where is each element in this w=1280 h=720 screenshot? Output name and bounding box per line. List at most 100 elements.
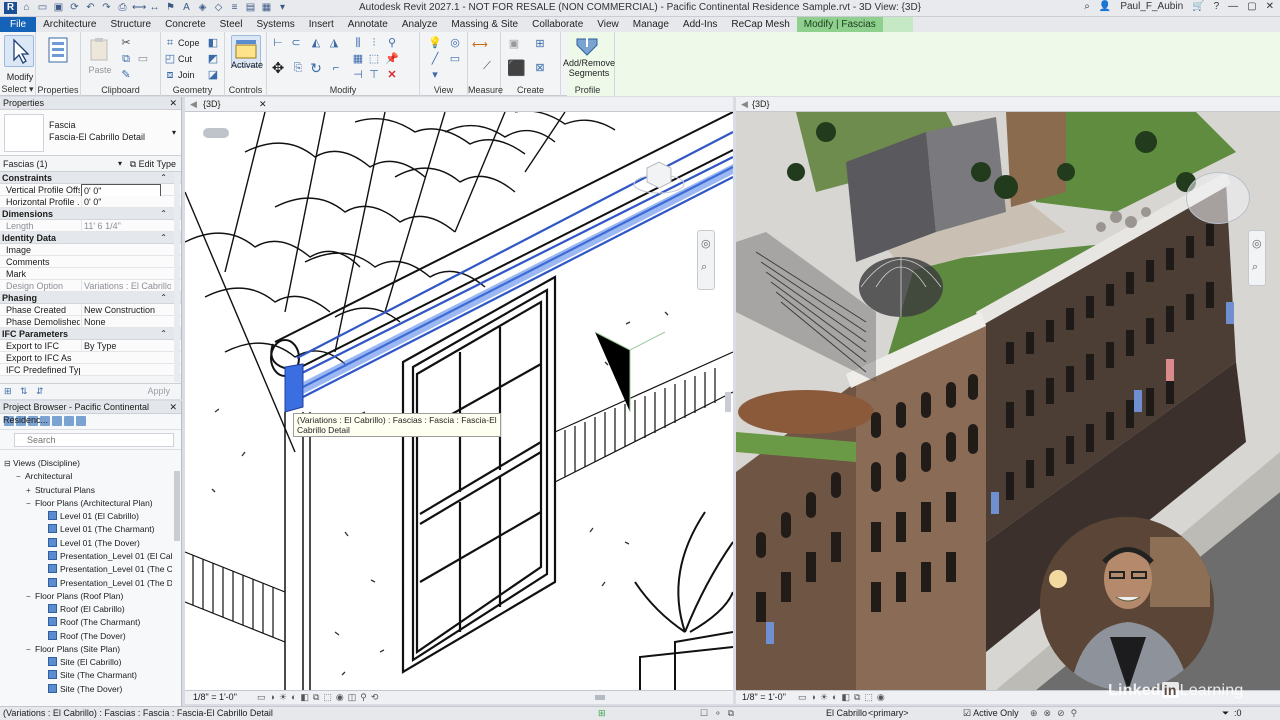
create-group-icon[interactable]: ⊞ — [533, 38, 547, 51]
view-control-icons-left[interactable]: ▭◑☀◐◧⧉⬚◉◫⚲⟲ — [257, 691, 382, 704]
left-view-scrollbar[interactable] — [725, 392, 731, 412]
move-icon[interactable]: ✥ — [271, 61, 285, 76]
activate-button[interactable]: Activate — [231, 35, 263, 70]
tree-roof-el-cabrillo[interactable]: Roof (El Cabrillo) — [48, 603, 180, 616]
tree-floor-plans-roof[interactable]: − Floor Plans (Roof Plan) — [26, 590, 123, 603]
scale-selector-right[interactable]: 1/8" = 1'-0" — [742, 691, 786, 704]
view-filter-icon[interactable]: ▾ — [428, 69, 442, 82]
collapse-icon[interactable]: ⌃ — [160, 328, 167, 340]
tree-presentation-charmant[interactable]: Presentation_Level 01 (The Charmant) — [48, 563, 172, 576]
scale-icon[interactable]: ⬚ — [367, 53, 381, 66]
chevron-down-icon[interactable]: ▾ — [172, 128, 176, 137]
save-icon[interactable]: ▣ — [52, 2, 65, 14]
tab-collaborate[interactable]: Collaborate — [525, 17, 590, 32]
group-label-select[interactable]: Select ▾ — [0, 84, 35, 95]
align-icon[interactable]: ⊢ — [271, 37, 285, 50]
view-control-icons-right[interactable]: ▭◑☀◐◧⧉⬚◉ — [798, 691, 889, 704]
copy-icon[interactable]: ⧉ — [119, 53, 133, 66]
sort-icon[interactable]: ⇅ — [20, 386, 28, 397]
tree-structural-plans[interactable]: + Structural Plans — [26, 484, 95, 497]
close-icon[interactable]: ✕ — [1266, 1, 1274, 12]
extend-icon[interactable]: ⊤ — [367, 69, 381, 82]
tree-architectural[interactable]: − Architectural — [16, 470, 72, 483]
section-identity-data[interactable]: Identity Data ⌃ — [0, 232, 181, 244]
home-icon[interactable]: ⌂ — [20, 2, 33, 14]
browser-search-input[interactable] — [14, 433, 174, 447]
revit-logo-icon[interactable]: R — [4, 2, 17, 14]
cut-button[interactable]: Cut — [178, 53, 192, 65]
geometry-tool-3-icon[interactable]: ◪ — [206, 69, 220, 82]
qat-dropdown-icon[interactable]: ▾ — [276, 2, 289, 14]
horizontal-offset-field[interactable]: 0' 0" — [81, 196, 171, 208]
measure-tool-icon[interactable]: ⟷ — [472, 39, 488, 52]
worksharing-icon[interactable]: ⊞ — [598, 707, 606, 720]
help-icon[interactable]: ? — [1214, 1, 1220, 12]
open-icon[interactable]: ▭ — [36, 2, 49, 14]
tree-level-01-charmant[interactable]: Level 01 (The Charmant) — [48, 523, 180, 536]
tree-site-dover[interactable]: Site (The Dover) — [48, 683, 180, 696]
join-button[interactable]: Join — [178, 69, 195, 81]
trim-extend-icon[interactable]: ⊣ — [351, 69, 365, 82]
cope-button[interactable]: Cope — [178, 37, 200, 49]
copy-clipboard-icon[interactable]: ▭ — [136, 53, 150, 66]
selection-option-icons[interactable]: ⊕⊗⊘⚲ — [1030, 707, 1083, 720]
steering-wheel-icon[interactable]: ◎ — [701, 237, 711, 250]
sort-alpha-icon[interactable]: ⇵ — [36, 386, 44, 397]
cut-scissors-icon[interactable]: ✂ — [119, 37, 133, 50]
tree-site-el-cabrillo[interactable]: Site (El Cabrillo) — [48, 656, 180, 669]
array-icon[interactable]: ▦ — [351, 53, 365, 66]
offset-icon[interactable]: ⊂ — [289, 37, 303, 50]
status-toggle-icons[interactable]: ☐⚬⧉ — [700, 707, 740, 720]
add-remove-segments-button[interactable]: Add/Remove Segments — [563, 35, 615, 78]
tab-view[interactable]: View — [590, 17, 626, 32]
match-properties-icon[interactable]: ✎ — [119, 69, 133, 82]
apply-button[interactable]: Apply — [147, 386, 170, 396]
tree-floor-plans-site[interactable]: − Floor Plans (Site Plan) — [26, 643, 120, 656]
view-tab-right[interactable]: ◀ {3D} — [736, 97, 1280, 112]
switch-windows-icon[interactable]: ▦ — [260, 2, 273, 14]
section-constraints[interactable]: Constraints ⌃ — [0, 172, 181, 184]
minimize-icon[interactable]: — — [1228, 1, 1238, 12]
tab-overflow-toggle[interactable] — [882, 17, 913, 32]
instance-filter-dropdown[interactable]: Fascias (1) — [3, 159, 48, 169]
tag-icon[interactable]: ⚑ — [164, 2, 177, 14]
split-gap-icon[interactable]: ⫶ — [367, 37, 381, 50]
collapse-icon[interactable]: ⌃ — [160, 292, 167, 304]
tab-add-ins[interactable]: Add-Ins — [676, 17, 724, 32]
tab-scroll-right-icon[interactable]: ◀ — [741, 97, 748, 112]
design-option-selector[interactable]: El Cabrillo — [826, 707, 867, 720]
phase-created-field[interactable]: New Construction — [81, 304, 171, 316]
browser-filter-icon[interactable] — [76, 416, 86, 426]
cope-icon[interactable]: ⌗ — [163, 37, 177, 50]
delete-icon[interactable]: ✕ — [385, 69, 399, 82]
maximize-icon[interactable]: ▢ — [1247, 1, 1256, 12]
text-icon[interactable]: A — [180, 2, 193, 14]
close-icon[interactable]: ✕ — [169, 97, 177, 110]
geometry-tool-1-icon[interactable]: ◧ — [206, 37, 220, 50]
browser-groups-icon[interactable] — [52, 416, 62, 426]
create-assembly-icon[interactable]: ▣ — [507, 38, 521, 51]
join-icon[interactable]: ⧈ — [163, 69, 177, 82]
browser-links-icon[interactable] — [64, 416, 74, 426]
tree-presentation-dover[interactable]: Presentation_Level 01 (The Dover) — [48, 577, 172, 590]
tab-steel[interactable]: Steel — [213, 17, 250, 32]
paste-button[interactable]: Paste — [85, 35, 115, 75]
search-icon[interactable]: ⌕ — [1084, 1, 1090, 12]
tab-file[interactable]: File — [0, 17, 37, 32]
viewport-left-3d[interactable]: ◎ ⌕ — [185, 112, 733, 690]
create-parts-icon[interactable]: ⬛ — [507, 61, 526, 76]
tab-recap-mesh[interactable]: ReCap Mesh — [724, 17, 796, 32]
properties-scrollbar[interactable] — [174, 172, 180, 382]
view-tab-left[interactable]: ◀ {3D} ✕ — [185, 97, 733, 112]
chevron-down-icon[interactable]: ▾ — [118, 156, 122, 172]
copy-element-icon[interactable]: ⎘ — [291, 62, 305, 75]
view-control-toggle-icon[interactable] — [203, 128, 229, 138]
section-ifc-parameters[interactable]: IFC Parameters ⌃ — [0, 328, 181, 340]
thin-lines-icon[interactable]: ≡ — [228, 2, 241, 14]
phase-demolished-field[interactable]: None — [81, 316, 171, 328]
user-name[interactable]: Paul_F_Aubin — [1120, 1, 1183, 12]
geometry-tool-2-icon[interactable]: ◩ — [206, 53, 220, 66]
browser-scrollbar[interactable] — [174, 471, 180, 541]
linework-icon[interactable]: ╱ — [428, 53, 442, 66]
dimension-icon[interactable]: ↔ — [148, 2, 161, 14]
